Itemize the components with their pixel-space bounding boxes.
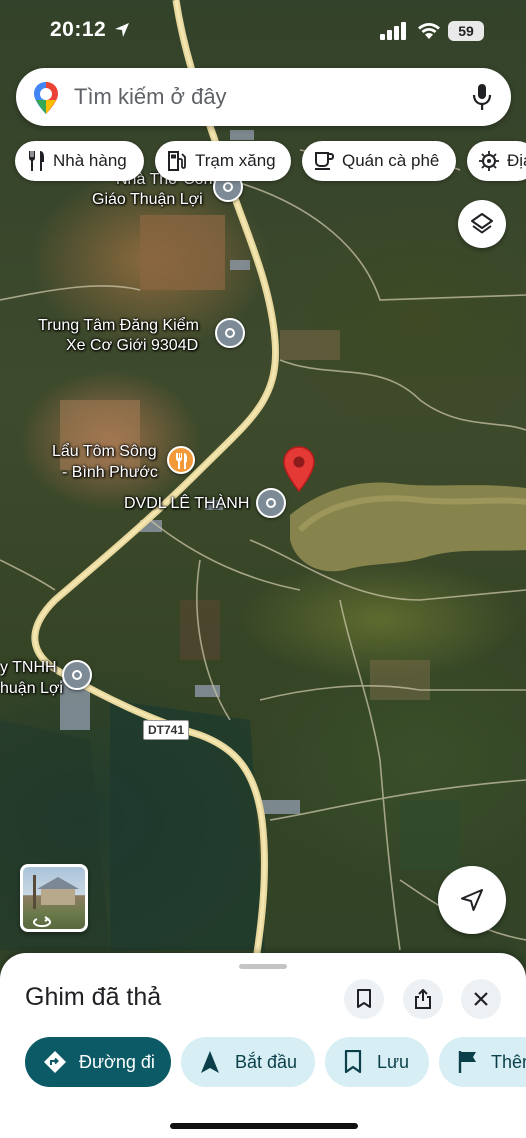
search-input[interactable]: Tìm kiếm ở đây: [74, 84, 227, 110]
chip-label: Trạm xăng: [195, 151, 276, 170]
company-label-line2[interactable]: huận Lợi: [0, 679, 63, 699]
place-bottom-sheet[interactable]: Ghim đã thả Đường đi Bắt đầu Lưu Thê: [0, 953, 526, 1138]
search-bar[interactable]: Tìm kiếm ở đây: [16, 68, 511, 126]
drag-handle[interactable]: [239, 964, 287, 969]
flag-icon: [458, 1051, 476, 1073]
gas-station-icon: [168, 151, 186, 171]
home-indicator[interactable]: [170, 1123, 358, 1129]
layers-button[interactable]: [458, 200, 506, 248]
restaurant-label-line1[interactable]: Lẩu Tôm Sông: [52, 442, 157, 462]
driving-school-poi-icon[interactable]: [256, 488, 286, 518]
church-label-line2[interactable]: Giáo Thuận Lợi: [92, 190, 203, 210]
share-icon: [415, 989, 431, 1009]
restaurant-icon: [29, 151, 44, 171]
start-label: Bắt đầu: [235, 1051, 298, 1072]
add-label: Thêm: [491, 1051, 526, 1072]
bookmark-icon: [357, 989, 371, 1008]
dropped-pin-icon[interactable]: [282, 446, 316, 492]
directions-icon: [44, 1051, 66, 1073]
save-label: Lưu: [377, 1051, 410, 1072]
coffee-icon: [315, 152, 334, 170]
inspection-poi-icon[interactable]: [215, 318, 245, 348]
battery-indicator: 59: [448, 21, 484, 41]
sheet-title: Ghim đã thả: [25, 983, 162, 1011]
cellular-signal-icon: [380, 22, 406, 40]
attraction-icon: [479, 151, 499, 171]
chip-restaurants[interactable]: Nhà hàng: [15, 141, 144, 181]
chip-label: Quán cà phê: [342, 151, 440, 170]
restaurant-label-line2[interactable]: - Bình Phước: [62, 463, 158, 483]
status-bar: 20:12 59: [0, 0, 526, 60]
company-label-line1[interactable]: y TNHH: [0, 658, 57, 678]
company-poi-icon[interactable]: [62, 660, 92, 690]
share-button[interactable]: [403, 979, 443, 1019]
route-shield-dt741: DT741: [143, 720, 190, 740]
microphone-icon[interactable]: [472, 83, 492, 111]
wifi-icon: [418, 23, 440, 39]
street-view-image: [33, 875, 79, 928]
chip-label: Địa: [507, 151, 526, 170]
driving-school-label[interactable]: DVDL LÊ THÀNH: [124, 494, 249, 514]
save-button[interactable]: Lưu: [325, 1037, 429, 1087]
restaurant-poi-icon[interactable]: [167, 446, 195, 474]
status-time: 20:12: [50, 18, 107, 41]
location-arrow-icon: [115, 23, 129, 37]
close-button[interactable]: [461, 979, 501, 1019]
navigation-start-icon: [201, 1051, 219, 1073]
chip-label: Nhà hàng: [53, 151, 127, 170]
inspection-label-line2[interactable]: Xe Cơ Giới 9304D: [66, 336, 198, 356]
start-navigation-button[interactable]: Bắt đầu: [181, 1037, 315, 1087]
directions-button[interactable]: Đường đi: [25, 1037, 171, 1087]
google-maps-logo-icon: [34, 82, 58, 114]
close-icon: [474, 992, 488, 1006]
chip-attractions[interactable]: Địa: [467, 141, 526, 181]
add-button[interactable]: Thêm: [439, 1037, 526, 1087]
layers-icon: [471, 213, 493, 234]
inspection-label-line1[interactable]: Trung Tâm Đăng Kiểm: [38, 316, 199, 336]
street-view-thumbnail[interactable]: [20, 864, 88, 932]
navigation-arrow-icon: [461, 889, 483, 911]
directions-label: Đường đi: [79, 1051, 155, 1072]
my-location-button[interactable]: [438, 866, 506, 934]
save-bookmark-button[interactable]: [344, 979, 384, 1019]
chip-gas-stations[interactable]: Trạm xăng: [155, 141, 291, 181]
bookmark-icon: [344, 1050, 362, 1074]
chip-coffee[interactable]: Quán cà phê: [302, 141, 456, 181]
